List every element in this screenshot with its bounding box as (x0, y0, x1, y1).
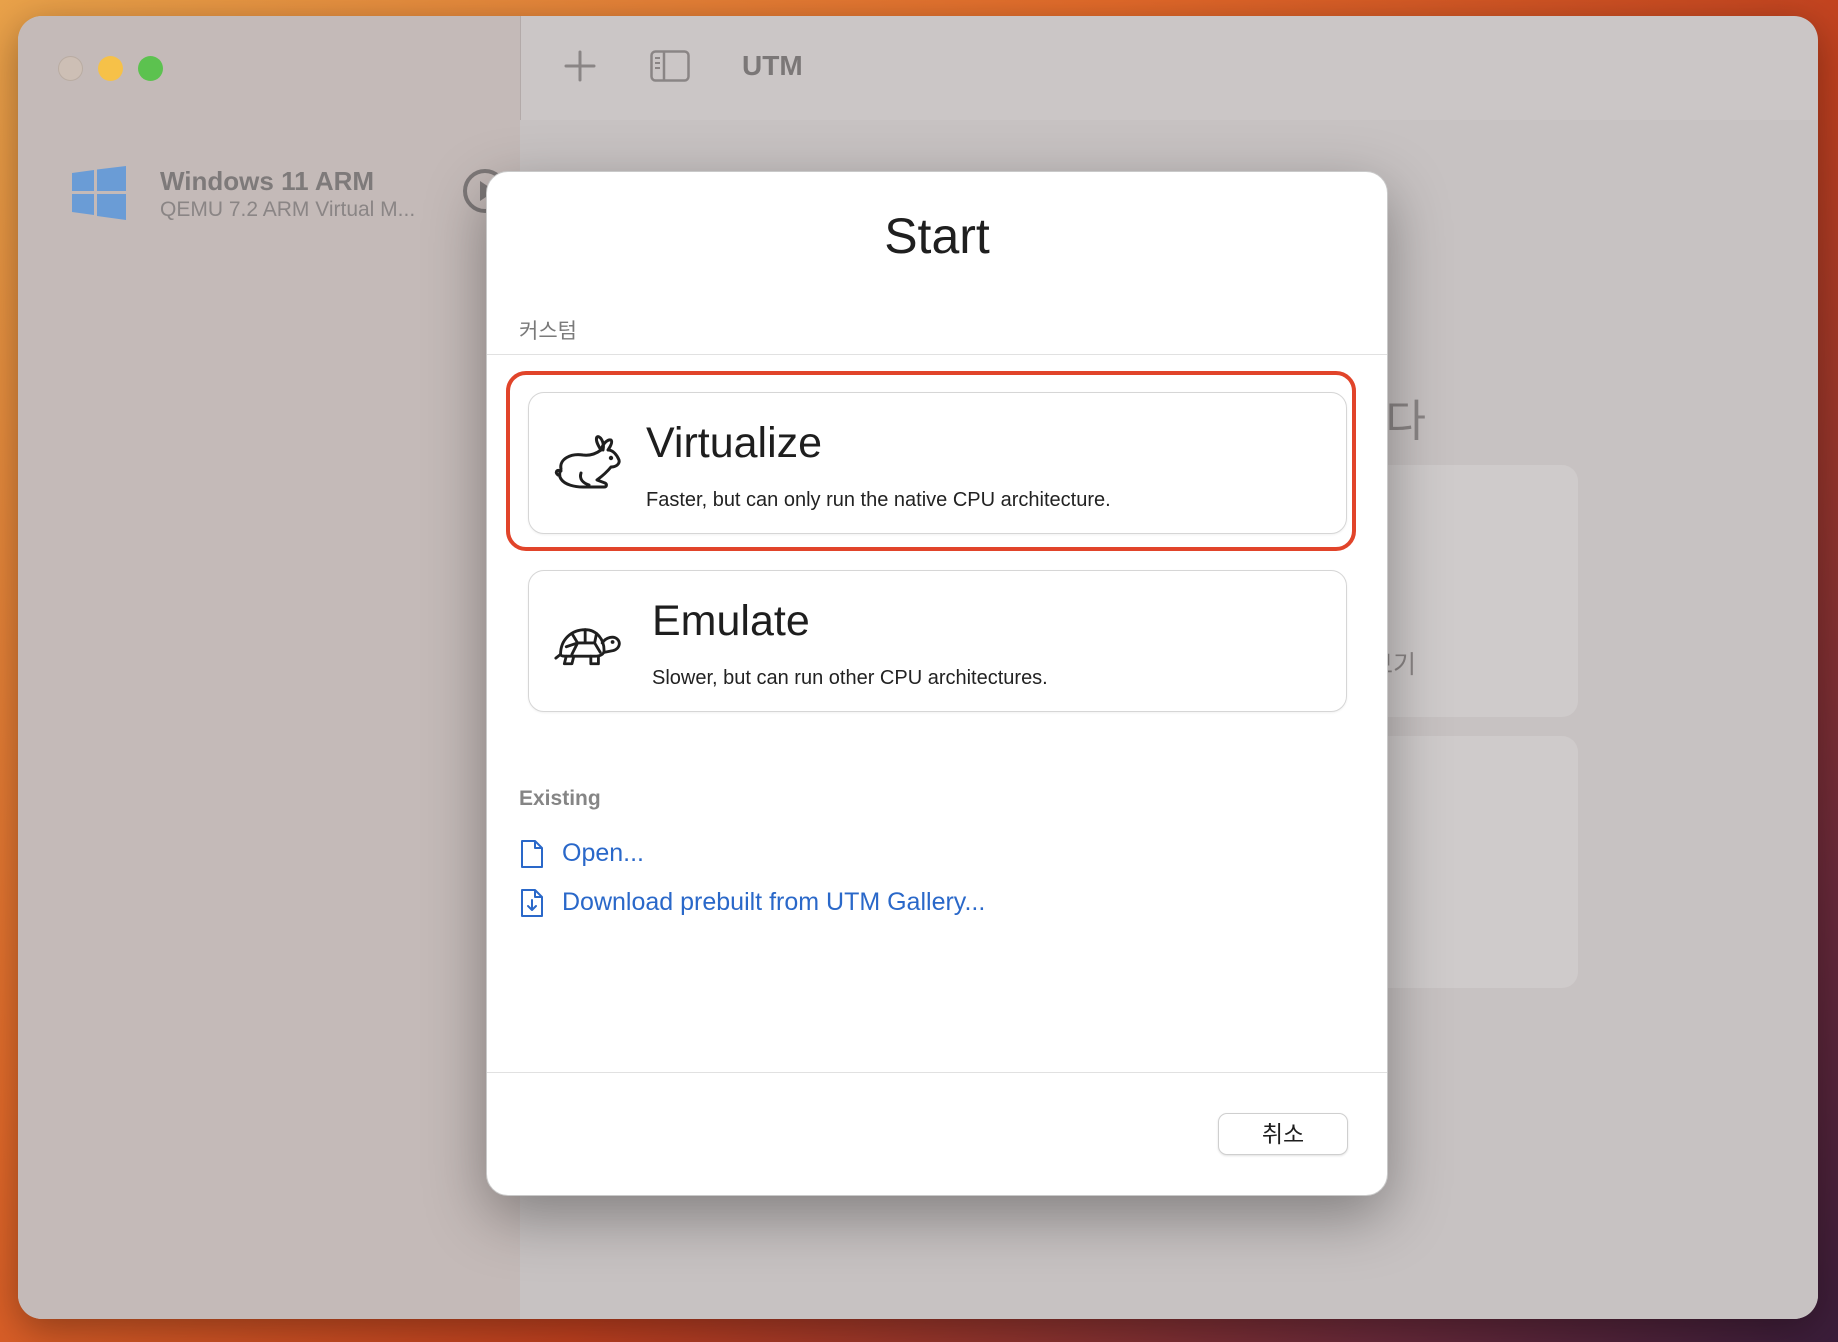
turtle-icon (554, 628, 621, 666)
emulate-option[interactable]: Emulate Slower, but can run other CPU ar… (528, 570, 1347, 712)
dialog-title: Start (884, 208, 990, 264)
toolbar: UTM (520, 16, 1818, 121)
download-gallery-link-label: Download prebuilt from UTM Gallery... (562, 888, 986, 916)
cancel-button[interactable]: 취소 (1218, 1113, 1348, 1155)
window-title: UTM (742, 50, 803, 81)
virtualize-description: Faster, but can only run the native CPU … (646, 489, 1111, 511)
sidebar: Windows 11 ARM QEMU 7.2 ARM Virtual M... (18, 16, 521, 1319)
utm-window: Windows 11 ARM QEMU 7.2 ARM Virtual M...… (18, 16, 1818, 1319)
virtualize-title: Virtualize (646, 419, 823, 467)
document-download-icon (521, 889, 543, 917)
document-icon (521, 840, 543, 868)
emulate-description: Slower, but can run other CPU architectu… (652, 667, 1048, 689)
vm-subtitle: QEMU 7.2 ARM Virtual M... (160, 198, 416, 221)
divider (487, 1072, 1387, 1073)
windows-logo-icon (72, 166, 126, 220)
plus-icon[interactable] (560, 46, 600, 86)
window-minimize-button[interactable] (98, 56, 123, 81)
window-maximize-button[interactable] (138, 56, 163, 81)
window-close-button[interactable] (58, 56, 83, 81)
virtualize-option[interactable]: Virtualize Faster, but can only run the … (528, 392, 1347, 534)
existing-section-label: Existing (519, 787, 601, 810)
rabbit-icon (554, 435, 621, 489)
divider (487, 354, 1387, 355)
open-link-label: Open... (562, 839, 644, 867)
start-dialog: Start 커스텀 Virtualize Faster, but can onl… (486, 171, 1388, 1196)
vm-list-item[interactable]: Windows 11 ARM QEMU 7.2 ARM Virtual M... (52, 146, 512, 226)
vm-name: Windows 11 ARM (160, 166, 375, 196)
sidebar-toggle-icon[interactable] (650, 50, 690, 82)
emulate-title: Emulate (652, 597, 810, 645)
custom-section-label: 커스텀 (519, 320, 577, 343)
